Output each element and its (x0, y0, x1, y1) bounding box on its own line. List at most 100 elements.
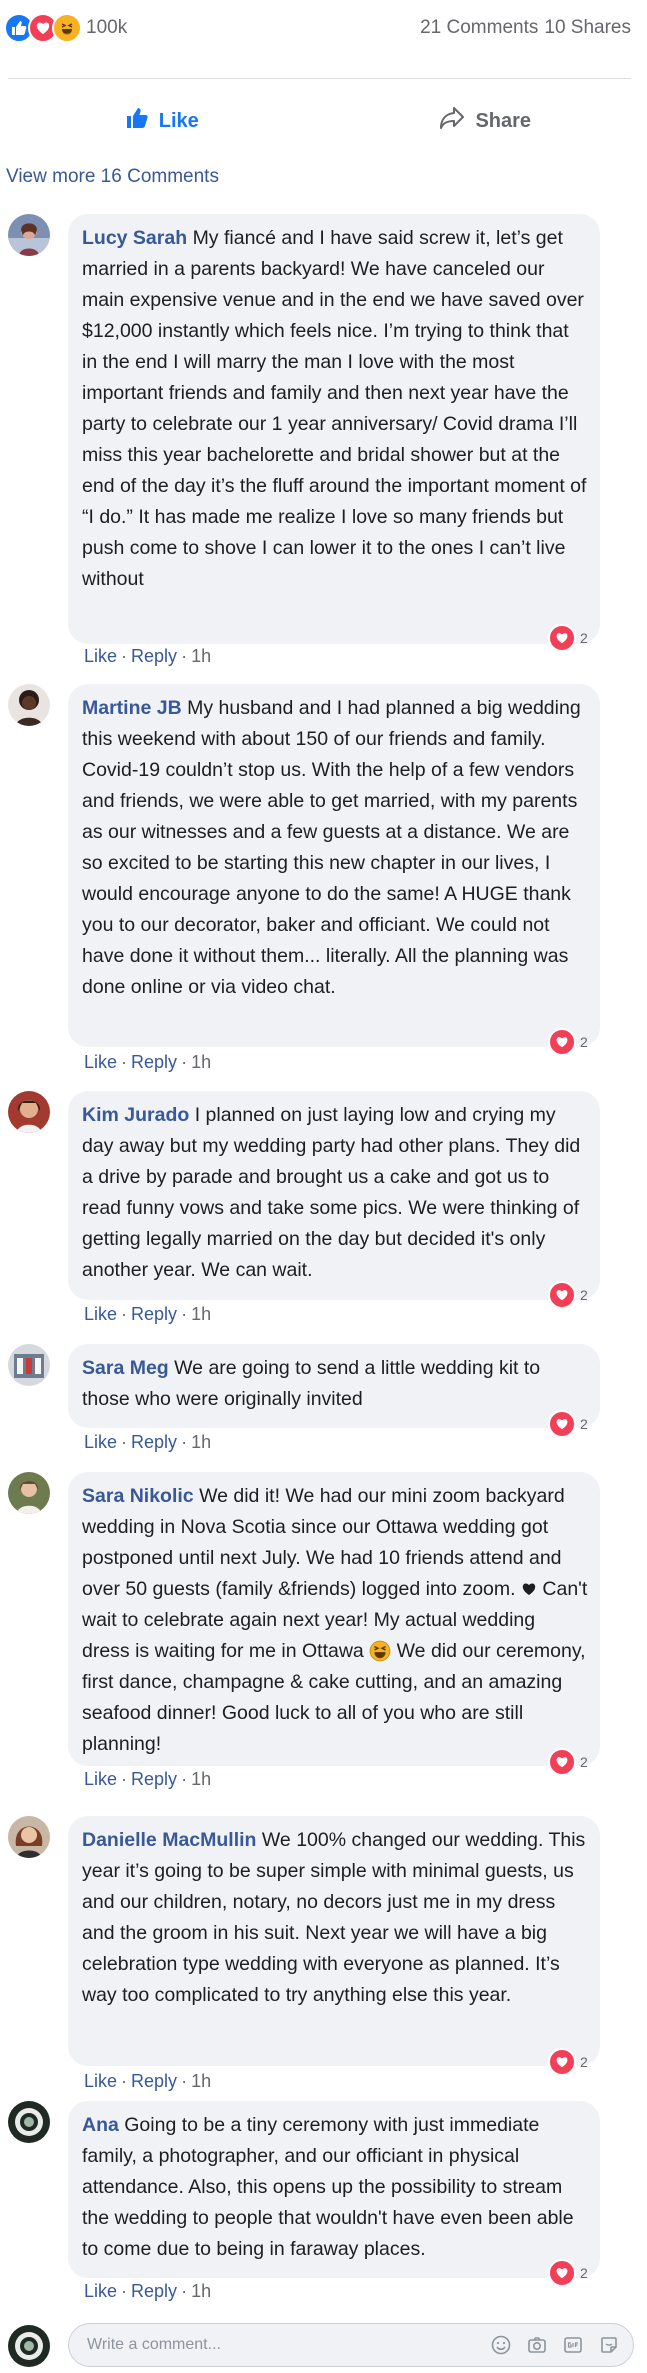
avatar[interactable] (8, 1091, 50, 1133)
comment-like-link[interactable]: Like (84, 1432, 117, 1453)
separator: · (181, 1769, 188, 1789)
comment-author-link[interactable]: Sara Meg (82, 1357, 169, 1379)
love-icon (548, 1028, 576, 1056)
separator: · (181, 2071, 188, 2091)
gif-icon[interactable] (561, 2333, 585, 2357)
comment-meta: Like · Reply · 1h (84, 1769, 211, 1790)
comment-bubble: Ana Going to be a tiny ceremony with jus… (68, 2101, 600, 2278)
shares-count-link[interactable]: 10 Shares (544, 17, 631, 39)
comment-reaction-count: 2 (580, 2265, 588, 2281)
comment-reply-link[interactable]: Reply (131, 1052, 177, 1073)
comment-author-link[interactable]: Kim Jurado (82, 1104, 189, 1126)
separator: · (181, 1052, 188, 1072)
comment-timestamp[interactable]: 1h (191, 1052, 211, 1073)
comment-text: My fiancé and I have said screw it, let’… (82, 227, 587, 590)
comment-timestamp[interactable]: 1h (191, 2281, 211, 2302)
comment-timestamp[interactable]: 1h (191, 1432, 211, 1453)
share-button-label: Share (475, 109, 532, 132)
comment-reaction-count: 2 (580, 2054, 588, 2070)
love-icon (548, 1748, 576, 1776)
comment-author-link[interactable]: Sara Nikolic (82, 1485, 194, 1507)
separator: · (121, 646, 128, 666)
comment-reaction-badge[interactable]: 2 (548, 1748, 588, 1776)
comment-reply-link[interactable]: Reply (131, 1304, 177, 1325)
comment-like-link[interactable]: Like (84, 1769, 117, 1790)
black-heart-icon (521, 1578, 537, 1600)
avatar[interactable] (8, 2101, 50, 2143)
comment-reply-link[interactable]: Reply (131, 1769, 177, 1790)
separator: · (121, 1304, 128, 1324)
comment-timestamp[interactable]: 1h (191, 1769, 211, 1790)
comment-reply-link[interactable]: Reply (131, 2281, 177, 2302)
comment-bubble: Kim Jurado I planned on just laying low … (68, 1091, 600, 1300)
comment-text: My husband and I had planned a big weddi… (82, 697, 581, 998)
separator: · (121, 1432, 128, 1452)
comment-bubble: Danielle MacMullin We 100% changed our w… (68, 1816, 600, 2066)
comment-author-link[interactable]: Lucy Sarah (82, 227, 187, 249)
comment-reaction-count: 2 (580, 630, 588, 646)
reaction-icons[interactable] (4, 13, 82, 43)
comment-like-link[interactable]: Like (84, 1052, 117, 1073)
comment-reaction-badge[interactable]: 2 (548, 1410, 588, 1438)
separator: · (181, 1304, 188, 1324)
divider (8, 78, 631, 79)
avatar[interactable] (8, 1344, 50, 1386)
comment-like-link[interactable]: Like (84, 1304, 117, 1325)
love-icon (548, 1410, 576, 1438)
comment-author-link[interactable]: Martine JB (82, 697, 182, 719)
comment-text: Going to be a tiny ceremony with just im… (82, 2114, 574, 2260)
comment-timestamp[interactable]: 1h (191, 1304, 211, 1325)
comment-reaction-badge[interactable]: 2 (548, 2259, 588, 2287)
comment-timestamp[interactable]: 1h (191, 2071, 211, 2092)
camera-icon[interactable] (525, 2333, 549, 2357)
comment-timestamp[interactable]: 1h (191, 646, 211, 667)
comment-like-link[interactable]: Like (84, 2071, 117, 2092)
avatar[interactable] (8, 1472, 50, 1514)
haha-icon (52, 13, 82, 43)
comment-input[interactable] (87, 2336, 489, 2354)
write-comment-row (0, 2319, 647, 2373)
comments-count-link[interactable]: 21 Comments (420, 17, 538, 39)
write-comment-box (68, 2323, 634, 2367)
comment-meta: Like · Reply · 1h (84, 1432, 211, 1453)
love-icon (548, 624, 576, 652)
share-arrow-icon (439, 106, 465, 136)
comment-like-link[interactable]: Like (84, 2281, 117, 2302)
reactions-summary: 100k 21 Comments 10 Shares (0, 0, 647, 78)
comment-author-link[interactable]: Ana (82, 2114, 119, 2136)
avatar[interactable] (8, 1816, 50, 1858)
comment-reaction-badge[interactable]: 2 (548, 2048, 588, 2076)
comment-reply-link[interactable]: Reply (131, 1432, 177, 1453)
sticker-icon[interactable] (597, 2333, 621, 2357)
comment-reply-link[interactable]: Reply (131, 2071, 177, 2092)
comment-like-link[interactable]: Like (84, 646, 117, 667)
avatar[interactable] (8, 684, 50, 726)
separator: · (121, 1769, 128, 1789)
post-actions: Like Share (0, 96, 647, 146)
emoji-icon[interactable] (489, 2333, 513, 2357)
comment-bubble: Lucy Sarah My fiancé and I have said scr… (68, 214, 600, 644)
share-button[interactable]: Share (324, 96, 647, 146)
laughing-emoji-icon (369, 1640, 391, 1662)
comment-meta: Like · Reply · 1h (84, 1304, 211, 1325)
love-icon (548, 2048, 576, 2076)
reaction-count[interactable]: 100k (86, 17, 127, 39)
separator: · (121, 1052, 128, 1072)
like-button[interactable]: Like (0, 96, 324, 146)
view-more-comments-link[interactable]: View more 16 Comments (6, 166, 219, 188)
thumbs-up-icon (125, 106, 149, 136)
love-icon (548, 2259, 576, 2287)
current-user-avatar[interactable] (8, 2325, 50, 2367)
comment-reply-link[interactable]: Reply (131, 646, 177, 667)
comment-author-link[interactable]: Danielle MacMullin (82, 1829, 256, 1851)
separator: · (121, 2071, 128, 2091)
comment-meta: Like · Reply · 1h (84, 1052, 211, 1073)
love-icon (548, 1281, 576, 1309)
comment-reaction-count: 2 (580, 1754, 588, 1770)
comment-reaction-badge[interactable]: 2 (548, 1028, 588, 1056)
comment-reaction-badge[interactable]: 2 (548, 1281, 588, 1309)
comment-meta: Like · Reply · 1h (84, 646, 211, 667)
avatar[interactable] (8, 214, 50, 256)
comment-reaction-badge[interactable]: 2 (548, 624, 588, 652)
comment-meta: Like · Reply · 1h (84, 2071, 211, 2092)
